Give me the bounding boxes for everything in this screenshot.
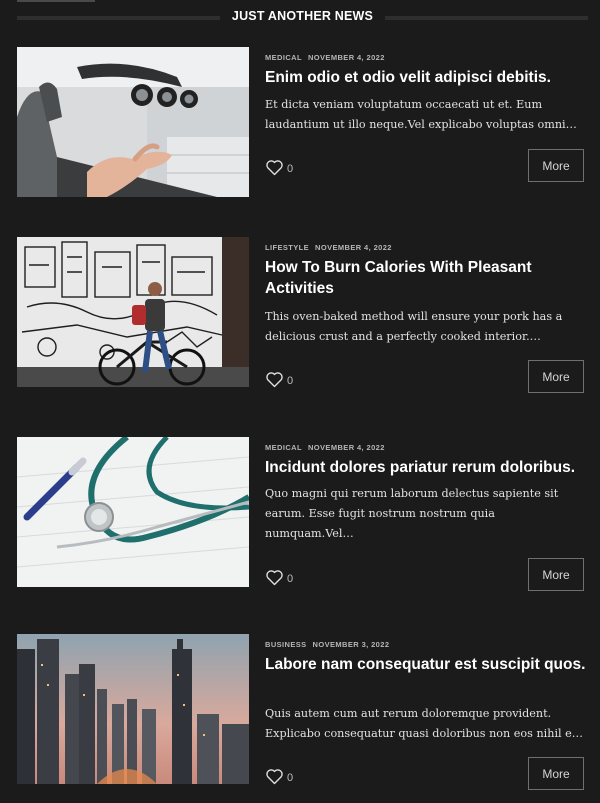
post-thumbnail-city-skyline[interactable]	[17, 634, 249, 784]
heart-icon	[266, 159, 283, 175]
news-post: MEDICAL NOVEMBER 4, 2022 Incidunt dolores…	[0, 437, 600, 591]
post-category[interactable]: LIFESTYLE	[265, 243, 309, 252]
like-count: 0	[287, 573, 294, 585]
post-date: NOVEMBER 4, 2022	[315, 243, 392, 252]
post-category[interactable]: MEDICAL	[265, 443, 302, 452]
post-title-link[interactable]: Labore nam consequatur est suscipit quos…	[265, 654, 587, 675]
post-date: NOVEMBER 4, 2022	[307, 443, 385, 452]
post-title-link[interactable]: Incidunt dolores pariatur rerum doloribu…	[265, 457, 587, 478]
post-meta: LIFESTYLE NOVEMBER 4, 2022	[265, 243, 392, 252]
like-control[interactable]: 0	[265, 370, 305, 388]
heart-icon	[266, 569, 283, 585]
news-post: BUSINESS NOVEMBER 3, 2022 Labore nam cons…	[0, 634, 600, 790]
section-title: JUST ANOTHER NEWS	[231, 9, 374, 23]
post-thumbnail-stethoscope[interactable]	[17, 437, 249, 587]
post-thumbnail-dental-clinic[interactable]	[17, 47, 249, 197]
post-date: NOVEMBER 3, 2022	[312, 640, 390, 649]
stethoscope-image	[17, 437, 249, 587]
news-post: LIFESTYLE NOVEMBER 4, 2022 How To Burn Ca…	[0, 237, 600, 393]
post-title-link[interactable]: Enim odio et odio velit adipisci debitis…	[265, 67, 587, 88]
like-count: 0	[287, 772, 294, 784]
post-thumbnail-street-mural[interactable]	[17, 237, 249, 387]
post-meta: MEDICAL NOVEMBER 4, 2022	[265, 53, 385, 62]
post-meta: BUSINESS NOVEMBER 3, 2022	[265, 640, 389, 649]
post-title-link[interactable]: How To Burn Calories With Pleasant Activ…	[265, 257, 587, 299]
heart-icon	[266, 371, 283, 387]
more-button[interactable]: More	[528, 360, 584, 393]
post-excerpt: Et dicta veniam voluptatum occaecati ut …	[265, 98, 577, 131]
street-mural-image	[17, 237, 249, 387]
like-control[interactable]: 0	[265, 158, 305, 176]
post-category[interactable]: MEDICAL	[265, 53, 302, 62]
dental-clinic-image	[17, 47, 249, 197]
more-button[interactable]: More	[528, 757, 584, 790]
header-line-right	[385, 16, 588, 20]
section-header: JUST ANOTHER NEWS	[0, 0, 600, 34]
post-date: NOVEMBER 4, 2022	[307, 53, 385, 62]
post-excerpt: This oven-baked method will ensure your …	[265, 310, 563, 343]
like-control[interactable]: 0	[265, 767, 305, 785]
post-excerpt: Quis autem cum aut rerum doloremque prov…	[265, 707, 583, 740]
more-button[interactable]: More	[528, 149, 584, 182]
news-post: MEDICAL NOVEMBER 4, 2022 Enim odio et odi…	[0, 47, 600, 199]
like-count: 0	[287, 375, 294, 387]
post-category[interactable]: BUSINESS	[265, 640, 307, 649]
post-excerpt: Quo magni qui rerum laborum delectus sap…	[265, 487, 559, 540]
post-meta: MEDICAL NOVEMBER 4, 2022	[265, 443, 385, 452]
like-control[interactable]: 0	[265, 568, 305, 586]
more-button[interactable]: More	[528, 558, 584, 591]
heart-icon	[266, 768, 283, 784]
city-skyline-image	[17, 634, 249, 784]
header-line-left	[17, 16, 220, 20]
like-count: 0	[287, 163, 294, 175]
